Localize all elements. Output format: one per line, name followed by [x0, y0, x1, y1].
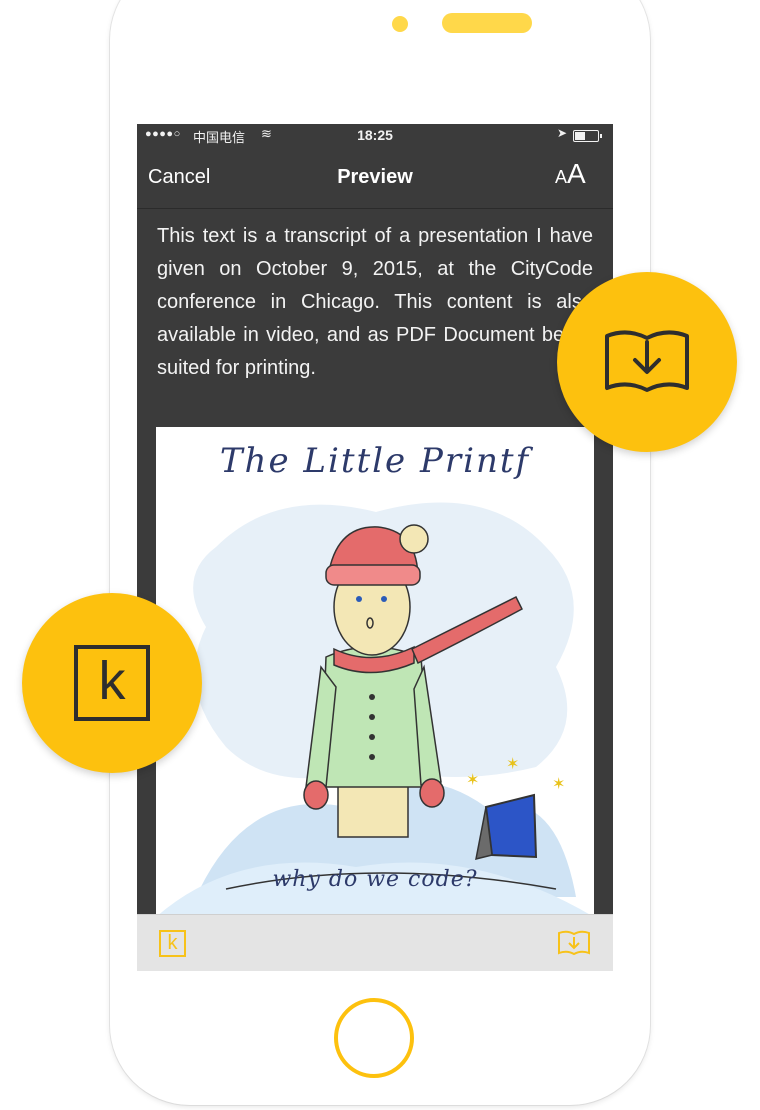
font-size-button[interactable]: AA — [555, 158, 586, 190]
status-time: 18:25 — [357, 127, 393, 143]
book-download-icon — [605, 330, 689, 392]
illustration-title: The Little Printf — [219, 441, 531, 481]
kindle-icon[interactable]: k — [159, 930, 186, 957]
book-download-badge[interactable] — [557, 272, 737, 452]
svg-text:✶: ✶ — [506, 756, 519, 773]
book-download-icon[interactable] — [557, 929, 591, 962]
article-illustration: ✶ ✶ ✶ The Little Printf why do we code? — [156, 427, 594, 917]
bottom-toolbar: k — [137, 914, 613, 971]
home-button[interactable] — [334, 998, 414, 1078]
speaker-grille — [442, 13, 532, 33]
kindle-badge[interactable]: k — [22, 593, 202, 773]
svg-text:✶: ✶ — [466, 772, 479, 789]
camera-dot — [392, 16, 408, 32]
battery-icon — [573, 130, 602, 142]
navigation-bar: Cancel Preview AA — [137, 146, 613, 209]
phone-screen: ●●●●○ 中国电信 ≋ 18:25 ➤ Cancel Preview AA T… — [137, 124, 613, 971]
svg-text:✶: ✶ — [552, 776, 565, 793]
illustration-drawing: ✶ ✶ ✶ — [156, 502, 594, 917]
location-arrow-icon: ➤ — [557, 126, 568, 140]
article-intro-text: This text is a transcript of a presentat… — [157, 225, 593, 379]
status-bar: ●●●●○ 中国电信 ≋ 18:25 ➤ — [137, 124, 613, 146]
page-title: Preview — [337, 166, 413, 188]
kindle-icon: k — [74, 645, 150, 721]
font-size-large-label: A — [567, 158, 586, 189]
illustration-caption: why do we code? — [272, 867, 478, 892]
font-size-small-label: A — [555, 167, 568, 187]
